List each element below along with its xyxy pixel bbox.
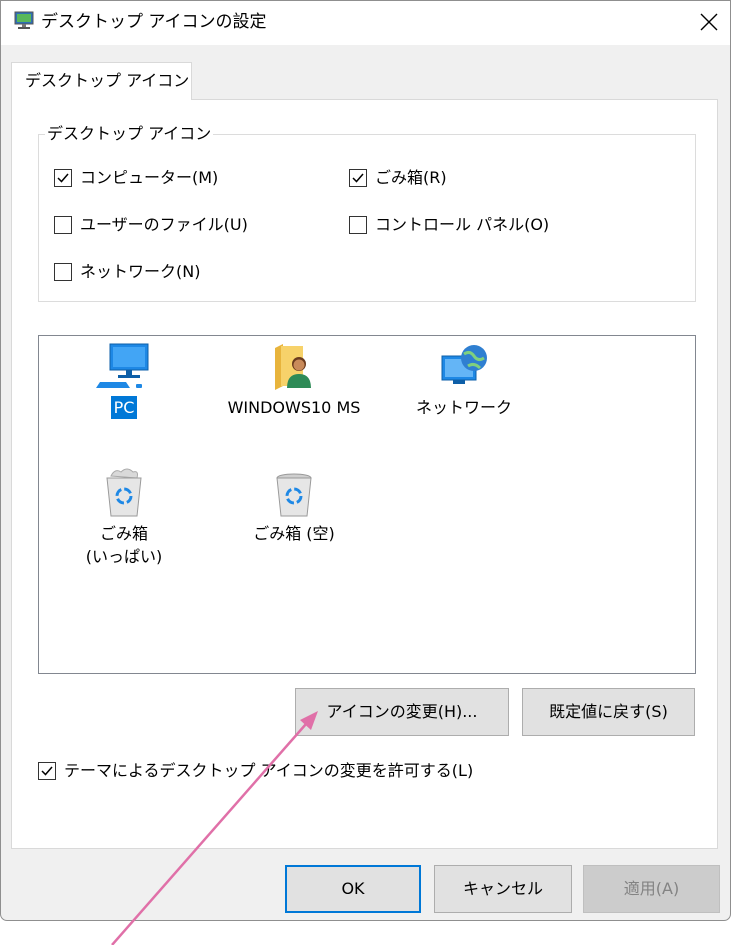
- icon-item-recycle-bin-empty[interactable]: ごみ箱 (空): [239, 466, 349, 545]
- checkbox-box[interactable]: [349, 216, 367, 234]
- icon-label: ごみ箱 (空): [253, 524, 335, 543]
- apply-button[interactable]: 適用(A): [583, 865, 720, 913]
- checkbox-box[interactable]: [54, 169, 72, 187]
- close-icon: [700, 13, 718, 31]
- icon-item-pc[interactable]: PC: [79, 342, 169, 419]
- cancel-button[interactable]: キャンセル: [434, 865, 572, 913]
- recycle-bin-empty-icon: [276, 473, 312, 517]
- desktop-icons-group: デスクトップ アイコン コンピューター(M) ごみ箱(R) ユーザーのファイル(…: [38, 123, 696, 302]
- group-legend: デスクトップ アイコン: [45, 123, 214, 145]
- ok-button[interactable]: OK: [285, 865, 421, 913]
- checkbox-label: コンピューター(M): [80, 168, 219, 187]
- checkmark-icon: [352, 173, 364, 183]
- tab-panel: デスクトップ アイコン コンピューター(M) ごみ箱(R) ユーザーのファイル(…: [11, 99, 718, 849]
- checkbox-label: ごみ箱(R): [375, 168, 447, 187]
- icon-item-recycle-bin-full[interactable]: ごみ箱 (いっぱい): [79, 466, 169, 568]
- checkbox-box[interactable]: [38, 762, 56, 780]
- icon-label: WINDOWS10 MS: [227, 398, 361, 417]
- checkbox-label: テーマによるデスクトップ アイコンの変更を許可する(L): [64, 761, 474, 780]
- checkbox-box[interactable]: [349, 169, 367, 187]
- checkbox-computer[interactable]: コンピューター(M): [54, 167, 218, 189]
- restore-default-button[interactable]: 既定値に戻す(S): [522, 688, 695, 736]
- dialog-window: デスクトップ アイコンの設定 デスクトップ アイコン デスクトップ アイコン コ…: [0, 0, 731, 921]
- network-icon: [441, 345, 487, 384]
- checkbox-network[interactable]: ネットワーク(N): [54, 261, 200, 283]
- icon-list[interactable]: PC WINDOWS10 MS ネットワーク ごみ箱 (いっぱい) ごみ箱 (空…: [38, 335, 696, 674]
- icon-label: ごみ箱: [99, 524, 148, 543]
- checkbox-label: コントロール パネル(O): [375, 215, 550, 234]
- close-button[interactable]: [686, 1, 730, 45]
- checkmark-icon: [41, 766, 53, 776]
- change-icon-button[interactable]: アイコンの変更(H)...: [295, 688, 509, 736]
- computer-icon: [96, 343, 149, 388]
- title-bar[interactable]: デスクトップ アイコンの設定: [1, 1, 730, 45]
- checkmark-icon: [57, 173, 69, 183]
- icon-item-user-folder[interactable]: WINDOWS10 MS: [209, 342, 379, 419]
- checkbox-box[interactable]: [54, 263, 72, 281]
- desktop-icon-settings-icon: [14, 11, 34, 29]
- window-title: デスクトップ アイコンの設定: [41, 12, 267, 32]
- icon-label-second-line: (いっぱい): [85, 547, 163, 566]
- tab-desktop-icons[interactable]: デスクトップ アイコン: [11, 62, 192, 100]
- checkbox-user-files[interactable]: ユーザーのファイル(U): [54, 214, 248, 236]
- tab-label: デスクトップ アイコン: [25, 71, 190, 90]
- checkbox-label: ネットワーク(N): [80, 262, 201, 281]
- checkbox-allow-theme-change[interactable]: テーマによるデスクトップ アイコンの変更を許可する(L): [38, 760, 473, 782]
- recycle-bin-full-icon: [106, 468, 142, 517]
- checkbox-recycle-bin[interactable]: ごみ箱(R): [349, 167, 447, 189]
- icon-label: ネットワーク: [415, 398, 512, 417]
- icon-item-network[interactable]: ネットワーク: [409, 342, 519, 419]
- checkbox-control-panel[interactable]: コントロール パネル(O): [349, 214, 549, 236]
- checkbox-box[interactable]: [54, 216, 72, 234]
- icon-label: PC: [110, 396, 138, 419]
- checkbox-label: ユーザーのファイル(U): [80, 215, 248, 234]
- user-folder-icon: [275, 344, 311, 390]
